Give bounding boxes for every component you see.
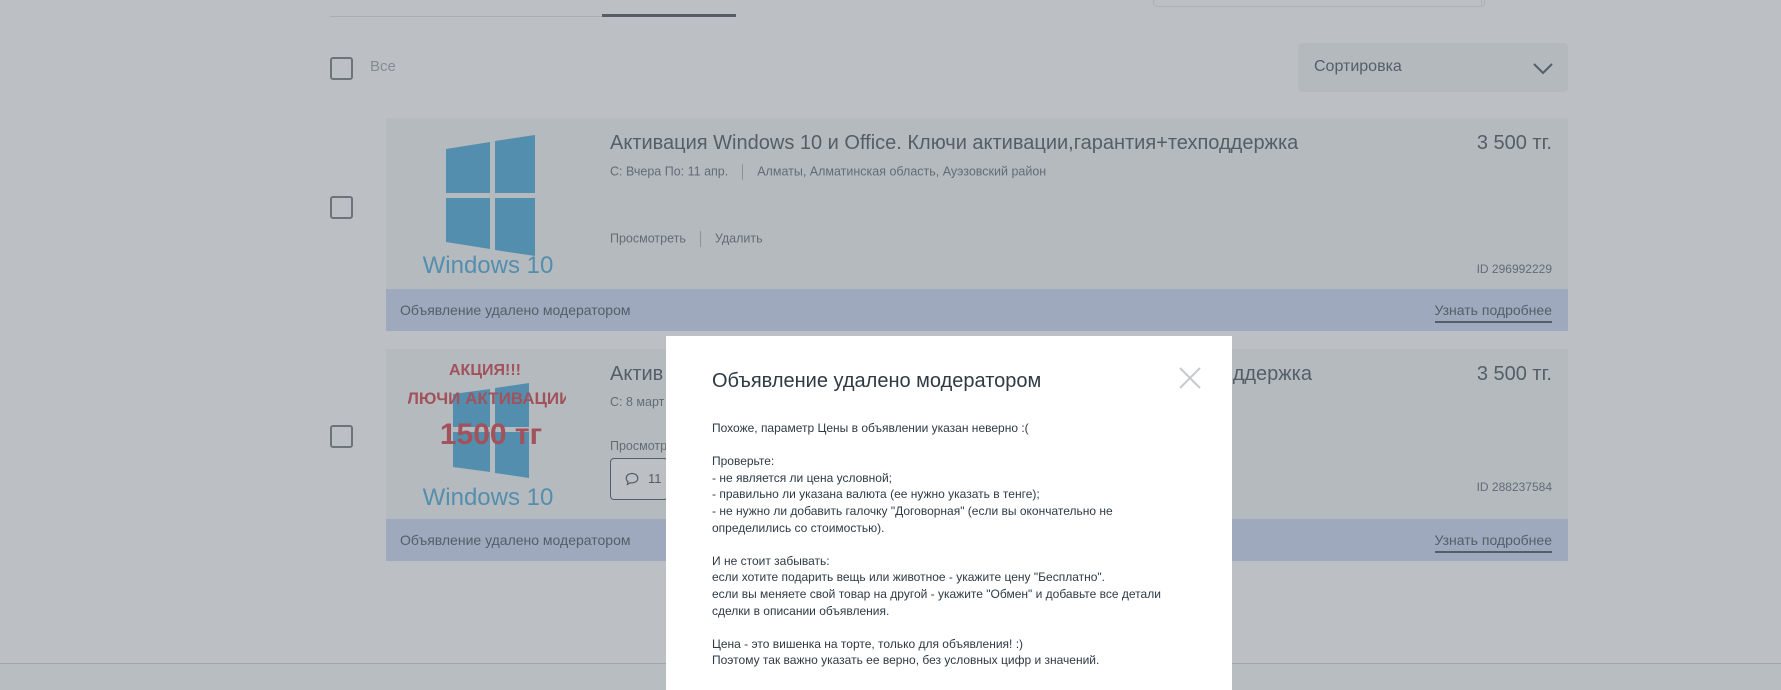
closing-text: Цена - это вишенка на торте, только для …: [712, 636, 1024, 651]
check-item: - не нужно ли добавить галочку "Договорн…: [712, 503, 1113, 518]
closing-text: Поэтому так важно указать ее верно, без …: [712, 653, 1100, 668]
check-item: - правильно ли указана валюта (ее нужно …: [712, 487, 1040, 502]
check-item-cont: определились со стоимостью).: [712, 520, 885, 535]
close-icon[interactable]: [1178, 366, 1202, 390]
remember-item: если вы меняете свой товар на другой - у…: [712, 586, 1161, 601]
page: Все Сортировка Windows 10 Активация Wind…: [0, 0, 1781, 690]
check-item: - не является ли цена условной;: [712, 470, 893, 485]
dialog-body: Похоже, параметр Цены в объявлении указа…: [712, 420, 1182, 669]
remember-item: если хотите подарить вещь или животное -…: [712, 570, 1105, 585]
check-heading: Проверьте:: [712, 454, 775, 469]
remember-heading: И не стоит забывать:: [712, 553, 830, 568]
dialog-intro: Похоже, параметр Цены в объявлении указа…: [712, 421, 1029, 435]
moderation-dialog: Объявление удалено модератором Похоже, п…: [666, 336, 1232, 690]
dialog-title: Объявление удалено модератором: [712, 370, 1042, 392]
remember-item-cont: сделки в описании объявления.: [712, 603, 890, 618]
